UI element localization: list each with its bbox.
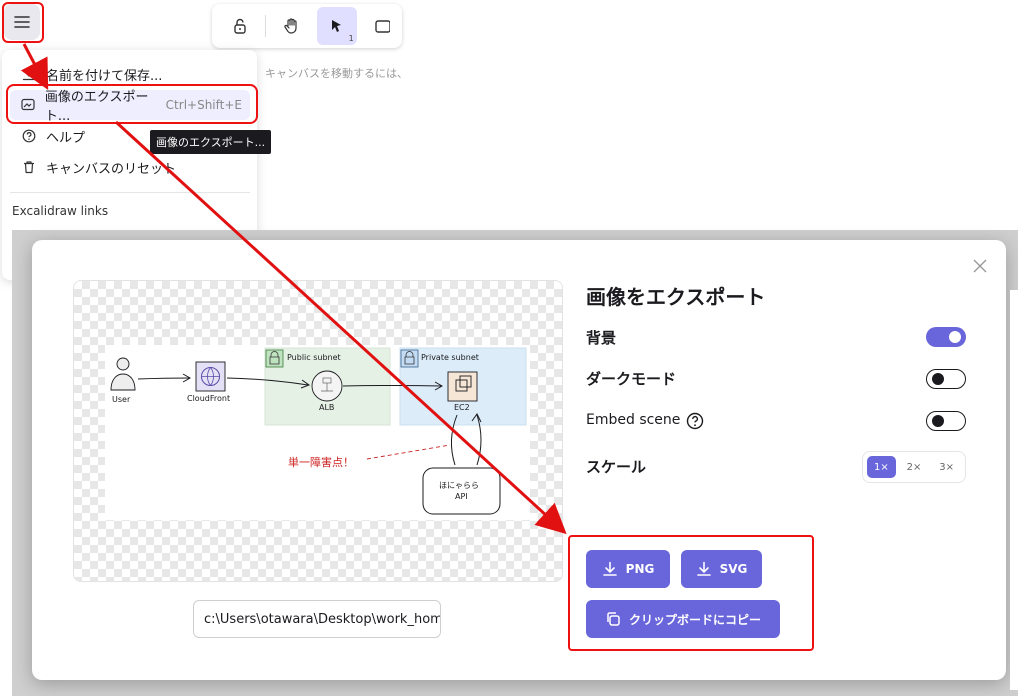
menu-item-reset-canvas[interactable]: キャンバスのリセット [10, 152, 250, 182]
cloudfront-icon [195, 361, 226, 392]
toolbar: 1 [212, 4, 402, 48]
trash-icon [20, 158, 38, 176]
lock-icon [233, 18, 246, 34]
toolbar-divider [265, 15, 267, 37]
diagram-label-cloudfront: CloudFront [187, 394, 231, 403]
embed-scene-label: Embed scene [586, 412, 681, 428]
menu-item-label: ヘルプ [46, 130, 86, 146]
menu-item-label: キャンバスのリセット [46, 161, 177, 177]
diagram-label-public-subnet: Public subnet [287, 353, 341, 362]
help-circle-icon [20, 127, 38, 145]
background-label: 背景 [586, 329, 617, 347]
pointer-icon [332, 20, 342, 32]
close-dialog-button[interactable] [968, 254, 992, 278]
scale-2x-button[interactable]: 2× [900, 456, 929, 478]
toggle-knob [932, 415, 944, 427]
diagram-preview: User CloudFront Public subnet Private su… [105, 345, 530, 520]
menu-section-label: Excalidraw links [12, 204, 109, 218]
scale-3x-button[interactable]: 3× [932, 456, 961, 478]
menu-button-highlight [2, 2, 44, 43]
scale-label: スケール [586, 458, 647, 476]
export-buttons-highlight [568, 535, 814, 651]
dark-mode-toggle[interactable] [926, 369, 966, 389]
lock-tool[interactable] [220, 7, 259, 45]
diagram-label-ec2: EC2 [454, 403, 470, 412]
background-toggle[interactable] [926, 327, 966, 347]
api-box [422, 467, 501, 515]
menu-divider [10, 192, 250, 193]
alb-icon [311, 370, 343, 402]
export-item-highlight [6, 84, 258, 124]
filename-input[interactable]: c:\Users\otawara\Desktop\work_home [193, 600, 441, 638]
hand-tool[interactable] [272, 7, 311, 45]
toggle-knob [949, 331, 961, 343]
canvas-peek [1010, 290, 1018, 690]
toggle-knob [932, 373, 944, 385]
scale-1x-button[interactable]: 1× [867, 456, 896, 478]
close-icon [973, 259, 987, 273]
spof-dashed-line [366, 444, 451, 460]
download-icon [20, 65, 38, 83]
diagram-label-spof: 単一障害点！ [288, 456, 354, 469]
ec2-icon [447, 371, 478, 402]
rectangle-icon [375, 20, 391, 33]
tool-shortcut-badge: 1 [348, 34, 354, 43]
diagram-label-user: User [112, 395, 131, 404]
diagram-label-alb: ALB [319, 403, 335, 412]
help-icon[interactable] [686, 412, 704, 430]
dialog-title: 画像をエクスポート [586, 285, 766, 309]
dark-mode-label: ダークモード [586, 370, 677, 388]
arrow-user-cloudfront [137, 377, 190, 380]
private-subnet-lock-icon [400, 349, 419, 368]
diagram-label-api-line2: API [455, 492, 468, 501]
public-subnet-lock-icon [265, 349, 284, 368]
hand-icon [284, 18, 297, 34]
diagram-label-private-subnet: Private subnet [421, 353, 479, 362]
selection-tool[interactable]: 1 [317, 7, 357, 45]
diagram-label-api-line1: ほにゃらら [439, 481, 479, 490]
tooltip: 画像のエクスポート... [150, 130, 272, 154]
scale-selector: 1× 2× 3× [862, 451, 966, 483]
canvas-hint: キャンバスを移動するには、 [265, 67, 408, 80]
rectangle-tool[interactable] [363, 7, 402, 45]
arrow-alb-ec2 [342, 385, 442, 387]
menu-item-label: 名前を付けて保存... [46, 68, 163, 84]
user-icon [110, 357, 136, 391]
embed-scene-toggle[interactable] [926, 411, 966, 431]
